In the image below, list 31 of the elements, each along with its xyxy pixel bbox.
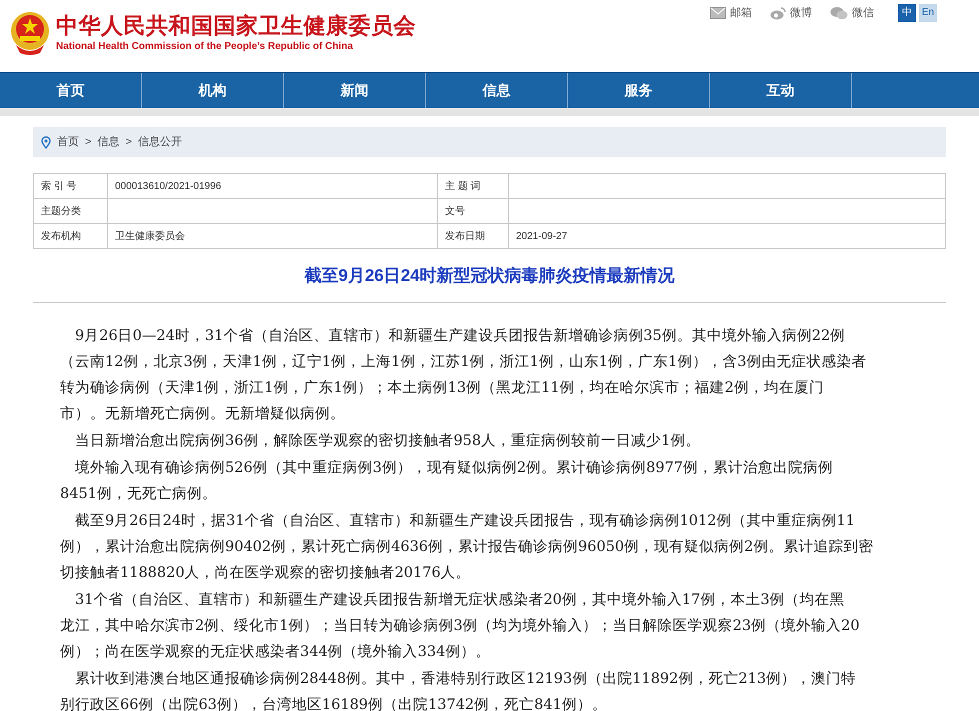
breadcrumb-separator: >: [125, 134, 132, 150]
header-link[interactable]: 微博: [770, 4, 812, 22]
field-value: 卫生健康委员会: [108, 224, 438, 248]
breadcrumb-link[interactable]: 信息: [97, 134, 120, 150]
field-value: 2021-09-27: [508, 224, 946, 248]
site-subtitle: National Health Commission of the People’s Republic of China: [56, 40, 354, 54]
field-label: 文号: [438, 198, 508, 224]
breadcrumb-link[interactable]: 首页: [57, 134, 79, 150]
article-paragraph: 31个省（自治区、直辖市）和新疆生产建设兵团报告新增无症状感染者20例，其中境外输入17例，本土3例（均在黑 龙江，其中哈尔滨市2例、绥化市1例）；当日转为确诊病例3例（均为境外输入）；当日解除医学观察23例（境外输入20 例）；尚在医学观察的无症状感染者344例（境外输入334例）。: [60, 590, 861, 662]
site-title: 中华人民共和国国家卫生健康委员会: [56, 12, 416, 40]
breadcrumb-separator: >: [85, 134, 92, 150]
field-label: 主题分类: [34, 198, 108, 224]
header-link[interactable]: 微信: [830, 4, 874, 22]
article-paragraph: 截至9月26日24时，据31个省（自治区、直辖市）和新疆生产建设兵团报告，现有确诊病例1012例（其中重症病例11 例），累计治愈出院病例90402例，累计死亡病例4636例，累计报告确诊病例96050例，现有疑似病例2例。累计追踪到密 切接触者1188820人，尚在医学观察的密切接触者20176人。: [60, 512, 874, 583]
article-title: 截至9月26日24时新型冠状病毒肺炎疫情最新情况: [304, 264, 675, 287]
field-label: 索 引 号: [34, 174, 108, 198]
location-pin-icon: [41, 136, 51, 148]
emblem-logo: [10, 9, 50, 57]
breadcrumb-link[interactable]: 信息公开: [138, 134, 182, 150]
article-paragraph: 9月26日0—24时，31个省（自治区、直辖市）和新疆生产建设兵团报告新增确诊病例35例。其中境外输入病例22例 （云南12例，北京3例，天津1例，辽宁1例，上海1例，江苏1例，浙江1例，山东1例，广东1例），含3例由无症状感染者 转为确诊病例（天津1例，浙江1例，广东1例）；本土病例13例（黑龙江11例，均在哈尔滨市；福建2例，均在厦门 市）。无新增死亡病例。无新增疑似病例。: [60, 326, 868, 424]
field-label: 发布日期: [438, 224, 508, 248]
mail-icon: [710, 7, 726, 19]
article-paragraph: 当日新增治愈出院病例36例，解除医学观察的密切接触者958人，重症病例较前一日减少1例。: [74, 432, 702, 451]
chat-bubbles-icon: [830, 6, 848, 20]
language-tab[interactable]: En: [919, 4, 937, 22]
language-tab[interactable]: 中: [898, 4, 916, 22]
field-label: 发布机构: [34, 224, 108, 248]
header-link[interactable]: 邮箱: [710, 4, 752, 22]
field-label: 主 题 词: [438, 174, 508, 198]
article-paragraph: 境外输入现有确诊病例526例（其中重症病例3例），现有疑似病例2例。累计确诊病例8977例，累计治愈出院病例 8451例，无死亡病例。: [60, 458, 834, 504]
field-value: 000013610/2021-01996: [108, 174, 438, 198]
